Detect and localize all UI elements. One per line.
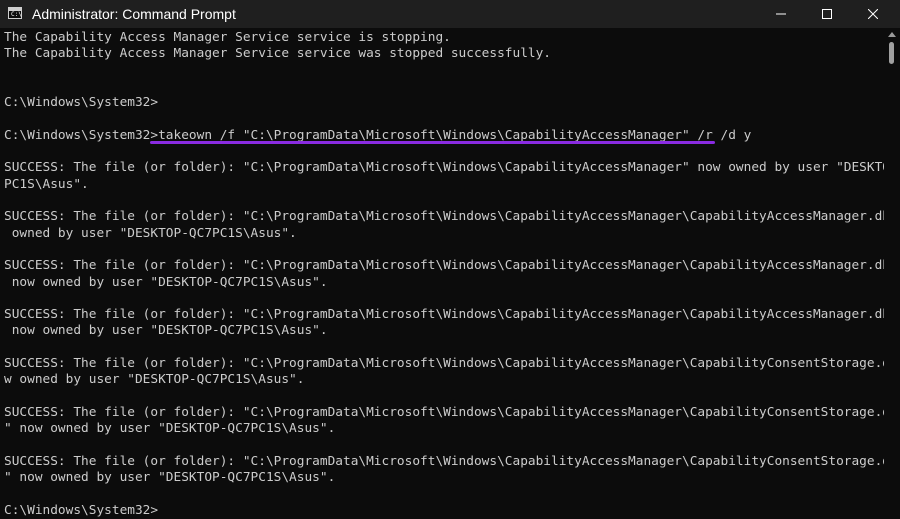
console-line: now owned by user "DESKTOP-QC7PC1S\Asus"… (4, 274, 328, 290)
console-line: The Capability Access Manager Service se… (4, 30, 451, 45)
close-icon (868, 9, 878, 19)
console-line: owned by user "DESKTOP-QC7PC1S\Asus". (4, 225, 297, 241)
console-line: SUCCESS: The file (or folder): "C:\Progr… (4, 258, 900, 274)
console-line: " now owned by user "DESKTOP-QC7PC1S\Asu… (4, 421, 336, 437)
vertical-scrollbar[interactable] (884, 28, 900, 515)
title-bar[interactable]: C:\ Administrator: Command Prompt (0, 0, 900, 28)
command-prompt-window: C:\ Administrator: Command Prompt The Ca… (0, 0, 900, 518)
scrollbar-thumb[interactable] (889, 42, 894, 64)
console-line: SUCCESS: The file (or folder): "C:\Progr… (4, 453, 900, 469)
console-line: now owned by user "DESKTOP-QC7PC1S\Asus"… (4, 323, 328, 339)
command-highlight-underline (150, 141, 715, 144)
console-line: C:\Windows\System32> (4, 95, 159, 111)
console-line: SUCCESS: The file (or folder): "C:\Progr… (4, 404, 900, 420)
console-output[interactable]: The Capability Access Manager Service se… (0, 28, 900, 518)
cmd-icon: C:\ (8, 7, 22, 19)
console-line: PC1S\Asus". (4, 176, 89, 192)
console-line: SUCCESS: The file (or folder): "C:\Progr… (4, 356, 900, 371)
console-line: SUCCESS: The file (or folder): "C:\Progr… (4, 307, 900, 323)
console-line: The Capability Access Manager Service se… (4, 46, 552, 62)
minimize-icon (776, 13, 786, 15)
console-line: w owned by user "DESKTOP-QC7PC1S\Asus". (4, 372, 305, 388)
console-line: SUCCESS: The file (or folder): "C:\Progr… (4, 160, 900, 176)
maximize-icon (822, 9, 832, 19)
console-line: " now owned by user "DESKTOP-QC7PC1S\Asu… (4, 470, 336, 486)
console-line: C:\Windows\System32> (4, 502, 159, 518)
maximize-button[interactable] (804, 0, 850, 28)
minimize-button[interactable] (758, 0, 804, 28)
console-line: SUCCESS: The file (or folder): "C:\Progr… (4, 209, 900, 225)
scroll-up-arrow-icon[interactable] (888, 32, 896, 37)
close-button[interactable] (850, 0, 896, 28)
window-title: Administrator: Command Prompt (32, 6, 236, 22)
